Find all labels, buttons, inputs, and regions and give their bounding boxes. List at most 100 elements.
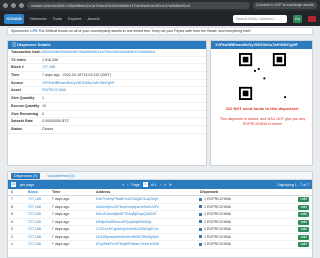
detail-value[interactable]: 1VPKoNBEwexBvDyVtE2Dk6u7aHVNN7gHF	[42, 80, 206, 87]
detail-key: TX Index	[11, 57, 26, 62]
nav-item-networks[interactable]: Networks	[30, 16, 47, 21]
row-address[interactable]: 17GEo1HCgsMxQxh4tWuXD9k2g5Cex	[96, 226, 199, 233]
asset-icon	[198, 220, 202, 224]
per-page-select[interactable]: 10	[11, 182, 16, 187]
row-number: 1	[11, 242, 13, 246]
detail-value: 1	[42, 96, 44, 101]
row-address[interactable]: 1Nh7HvmyPHa6EmxCNUy6CtLsjGkq9	[96, 196, 199, 203]
row-asset[interactable]: 1 RCPRCCHINA	[204, 197, 231, 201]
row-number: 4	[11, 219, 13, 224]
row-address[interactable]: 1A4XBynwAx8vWnWvW63hTBk4kjWrK	[96, 234, 199, 241]
detail-row: Time 7 days ago · 2022-03-18T13:01:23Z (G…	[8, 72, 206, 80]
last-page-icon[interactable]: »	[164, 183, 166, 187]
col-block[interactable]: Block	[28, 189, 52, 195]
row-asset[interactable]: 1 RCPRCCHINA	[204, 220, 231, 224]
extension-banner[interactable]: Connect to XCP to exchange assets	[253, 2, 317, 9]
row-asset[interactable]: 1 RCPRCCHINA	[204, 212, 231, 216]
page-label: Page	[131, 182, 140, 187]
page-input[interactable]: 1	[142, 182, 148, 187]
address-bar[interactable]: xchain.io/tx/9a3b0b7d3a5f8e6d2c1a7b9e4f3…	[27, 2, 250, 9]
row-status: valid	[298, 241, 312, 248]
row-asset[interactable]: 1 RCPRCCHINA	[204, 205, 231, 209]
dispenser-address-title[interactable]: 1VPkoNBEwexBvDyVtE2Dk6u7aHVNN7gHF	[211, 41, 312, 49]
col-address[interactable]: Address	[96, 189, 200, 195]
row-address[interactable]: 1AbbxGjmoGF4mpDnqHpzUe9xGoVPc	[96, 204, 199, 211]
status-badge: valid	[298, 234, 309, 240]
detail-value[interactable]: RCPRCCHINA	[42, 87, 206, 94]
detail-row: Source 1VPKoNBEwexBvDyVtE2Dk6u7aHVNN7gHF	[8, 80, 206, 88]
first-page-icon[interactable]: «	[122, 183, 124, 187]
asset-icon	[198, 227, 202, 231]
row-number: 3	[11, 227, 13, 231]
dispenses-panel: Dispenses (7) Unconfirmed (0) 10 per pag…	[7, 171, 313, 258]
row-address[interactable]: 1MrvJGmcKj8e6F7BhqNjf2opQ2eSAT	[96, 211, 199, 218]
refresh-icon[interactable]: ⟳	[169, 183, 172, 187]
row-dispensed[interactable]: 1 RCPRCCHINA	[198, 226, 298, 233]
sponsor-banner[interactable]: Sponsored: LPS The Difficult books on al…	[7, 27, 313, 35]
asset-icon	[198, 212, 202, 216]
row-block[interactable]: 727,168	[28, 211, 52, 218]
row-dispensed[interactable]: 1 RCPRCCHINA	[198, 211, 298, 218]
row-asset[interactable]: 1 RCPRCCHINA	[204, 235, 231, 239]
warning-text: This dispenser is closed, and WILL NOT g…	[219, 117, 306, 126]
detail-key: Time	[11, 73, 20, 78]
row-dispensed[interactable]: 1 RCPRCCHINA	[198, 234, 298, 241]
asset-icon	[198, 205, 202, 209]
table-row: 6 727,168 7 days ago 1AbbxGjmoGF4mpDnqHpzUe…	[8, 204, 312, 211]
row-address[interactable]: 1Fq29eKFmZFMq5rPWasm7e4xHx2hB	[96, 241, 199, 248]
row-number: 7	[11, 197, 13, 201]
nav-item-assets[interactable]: Assets	[88, 16, 100, 21]
col-dispensed[interactable]: Dispensed	[200, 189, 300, 195]
row-time: 7 days ago	[51, 219, 70, 224]
row-block[interactable]: 727,168	[28, 241, 52, 248]
next-page-icon[interactable]: ›	[160, 183, 161, 187]
detail-value[interactable]: f000000de0000d0e9b7d3a5f8e6d2c1a7b9e4f3c…	[42, 49, 206, 56]
status-badge: valid	[298, 242, 309, 247]
col-number[interactable]: #	[8, 189, 28, 195]
row-block[interactable]: 727,168	[28, 219, 52, 226]
search-input[interactable]: Search Block / Address / ...	[233, 14, 287, 23]
row-time: 7 days ago	[51, 242, 70, 246]
nav-item-explore[interactable]: Explore	[68, 16, 82, 21]
detail-key: Escrow Quantity	[11, 103, 40, 108]
row-time: 7 days ago	[51, 212, 70, 216]
tab-dispenses[interactable]: Dispenses (7)	[11, 172, 41, 179]
row-number: 6	[11, 204, 13, 209]
row-time: 7 days ago	[51, 197, 70, 201]
detail-key: Source	[11, 80, 24, 85]
sponsor-brand[interactable]: LPS	[30, 29, 37, 33]
table-row: 2 727,168 7 days ago 1A4XBynwAx8vWnWvW63hTB…	[8, 234, 312, 241]
back-icon[interactable]	[3, 3, 8, 8]
reload-icon[interactable]	[19, 3, 24, 8]
row-address[interactable]: 1BHjmSo8Enzx4XPpqWqtbS9kDjs	[96, 219, 199, 226]
row-block[interactable]: 727,168	[28, 204, 52, 211]
row-block[interactable]: 727,168	[28, 234, 52, 241]
tab-unconfirmed[interactable]: Unconfirmed (0)	[44, 173, 77, 179]
nav-item-tools[interactable]: Tools	[53, 16, 62, 21]
row-dispensed[interactable]: 1 RCPRCCHINA	[198, 241, 298, 248]
row-dispensed[interactable]: 1 RCPRCCHINA	[198, 204, 298, 211]
row-dispensed[interactable]: 1 RCPRCCHINA	[198, 196, 298, 203]
prev-page-icon[interactable]: ‹	[127, 183, 128, 187]
row-block[interactable]: 727,168	[28, 196, 52, 203]
row-status: valid	[298, 234, 312, 241]
site-logo[interactable]: XCHAIN	[4, 13, 24, 24]
row-asset[interactable]: 1 RCPRCCHINA	[204, 227, 231, 231]
row-asset[interactable]: 1 RCPRCCHINA	[204, 242, 231, 246]
row-block[interactable]: 727,168	[28, 226, 52, 233]
detail-value[interactable]: 727,168	[42, 64, 206, 71]
search-button[interactable]: Go	[293, 14, 302, 23]
row-status: valid	[298, 204, 312, 211]
status-badge: valid	[298, 227, 309, 232]
forward-icon[interactable]	[11, 3, 16, 8]
row-status: valid	[298, 211, 312, 218]
row-number: 2	[11, 234, 13, 239]
table-row: 1 727,168 7 days ago 1Fq29eKFmZFMq5rPWasm7e…	[8, 241, 312, 249]
detail-key: Asset	[11, 88, 21, 93]
row-dispensed[interactable]: 1 RCPRCCHINA	[198, 219, 298, 226]
col-time[interactable]: Time	[52, 189, 96, 195]
detail-row: Give Quantity 1	[8, 95, 206, 103]
language-flag-icon[interactable]	[308, 15, 316, 22]
detail-key: Transaction hash	[11, 50, 41, 54]
page-of-label: of 1	[150, 182, 157, 187]
